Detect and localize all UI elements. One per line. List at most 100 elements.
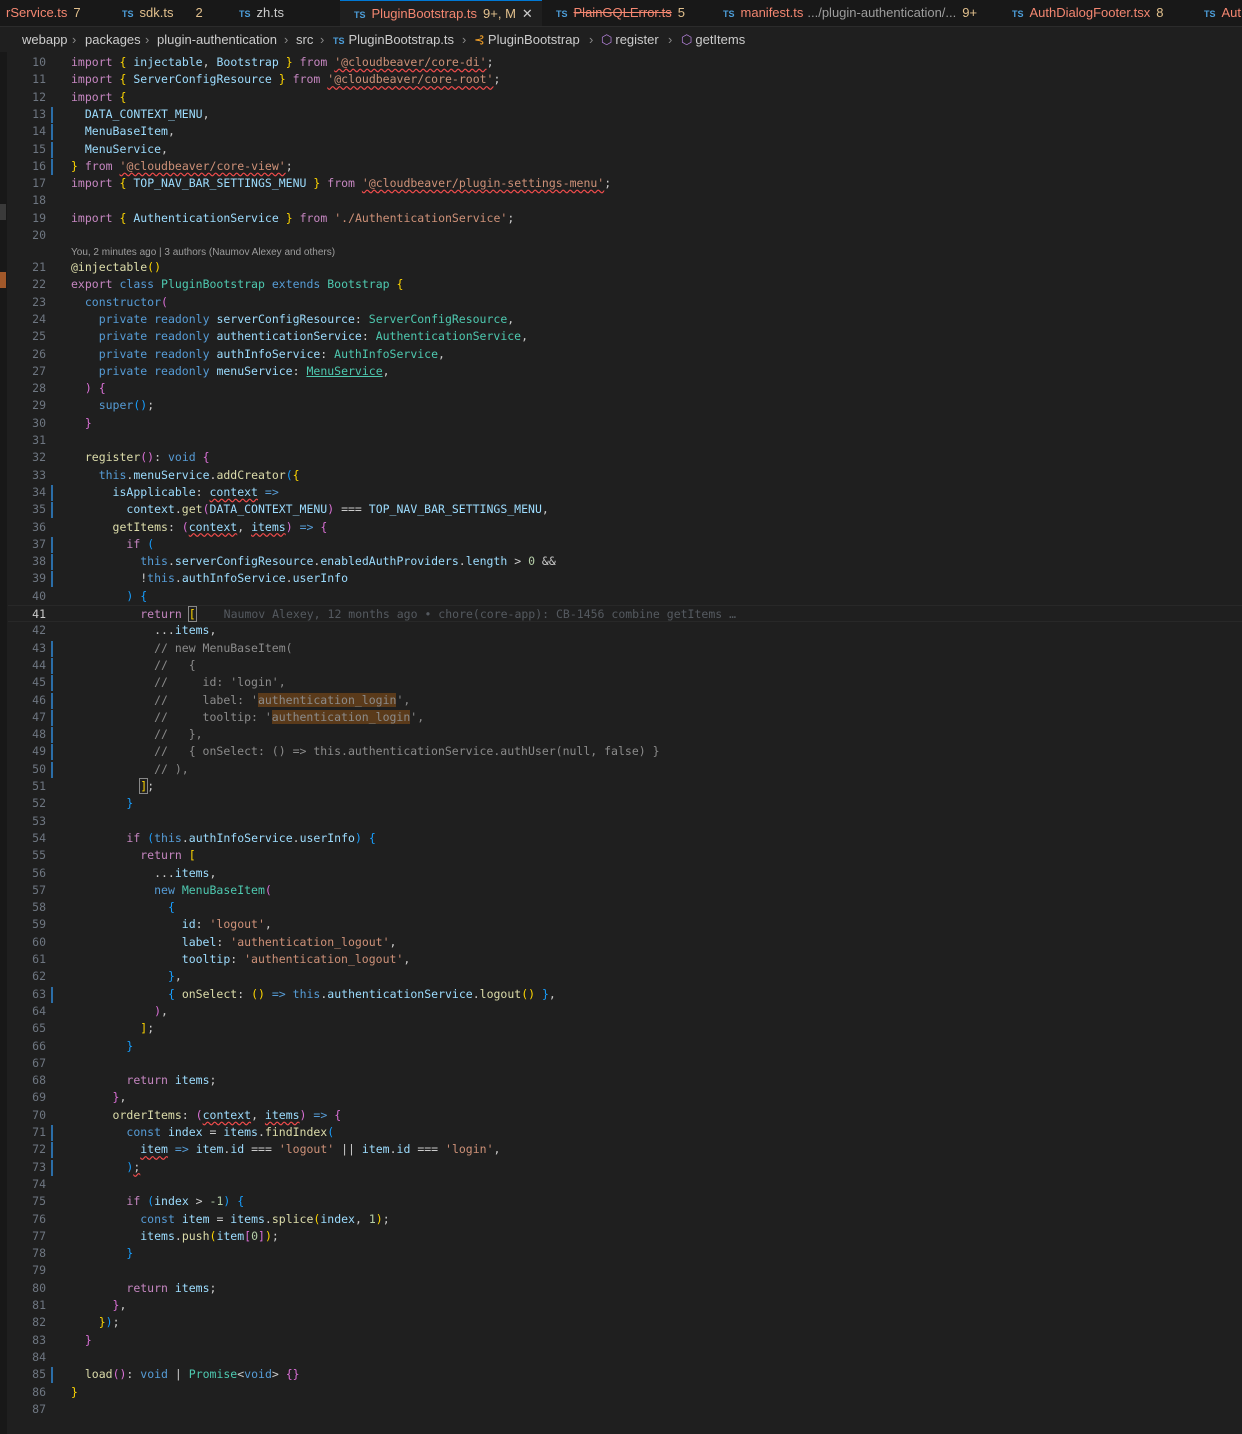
tab-pluginbootstrap-active[interactable]: TS PluginBootstrap.ts 9+, M ✕ — [340, 0, 542, 26]
code-line: 74 — [32, 1176, 46, 1191]
tab-sdk[interactable]: TS sdk.ts 2 — [108, 0, 225, 26]
code-line-current: 41 return [Naumov Alexey, 12 months ago … — [8, 605, 1242, 623]
code-line: 33 this.menuService.addCreator({ — [32, 467, 300, 482]
code-line: 73 ); — [32, 1159, 141, 1176]
code-line: 22 export class PluginBootstrap extends B… — [32, 277, 404, 292]
code-line: 11 import { ServerConfigResource } from '… — [32, 72, 501, 87]
chevron-right-icon: › — [284, 32, 289, 47]
code-line: 77 items.push(item[0]); — [32, 1228, 279, 1243]
code-line: 44 // { — [32, 657, 196, 674]
tab-zh[interactable]: TS zh.ts — [225, 0, 340, 26]
tab-label: rService.ts — [6, 5, 68, 20]
code-line: 54 if (this.authInfoService.userInfo) { — [32, 830, 376, 845]
code-line: 52 } — [32, 796, 134, 811]
breadcrumb-item-webapp[interactable]: webapp — [22, 28, 68, 52]
code-line: 19 import { AuthenticationService } from … — [32, 210, 515, 225]
inline-blame-annotation: Naumov Alexey, 12 months ago • chore(cor… — [223, 607, 737, 621]
code-line: 24 private readonly serverConfigResource… — [32, 311, 515, 326]
code-editor[interactable]: 10 import { injectable, Bootstrap } from … — [8, 52, 1242, 1434]
typescript-file-icon: TS — [556, 9, 568, 19]
code-line: 82 }); — [32, 1315, 120, 1330]
tab-auth-truncated[interactable]: TS Aut — [1190, 0, 1242, 26]
code-line: 30 } — [32, 415, 92, 430]
typescript-file-icon: TS — [122, 9, 134, 19]
code-line: 57 new MenuBaseItem( — [32, 882, 272, 897]
code-line: 12 import { — [32, 89, 127, 104]
problem-count-badge: 5 — [677, 5, 686, 20]
problem-count-badge: 9+ — [962, 5, 978, 20]
tab-authdialogfooter[interactable]: TS AuthDialogFooter.tsx 8 — [998, 0, 1190, 26]
breadcrumb-item-register[interactable]: ⬡ register — [601, 28, 659, 52]
problem-count-badge: 7 — [73, 5, 81, 20]
code-line: 79 — [32, 1263, 46, 1278]
chevron-right-icon: › — [668, 32, 673, 47]
code-line: 72 item => item.id === 'logout' || item.… — [32, 1142, 501, 1159]
tab-rservice[interactable]: rService.ts 7 — [0, 0, 108, 26]
code-line: 58 { — [32, 900, 175, 915]
code-line: 81 }, — [32, 1298, 127, 1312]
code-line: 80 return items; — [32, 1280, 217, 1295]
code-line: 66 } — [32, 1038, 134, 1053]
typescript-file-icon: TS — [239, 9, 251, 19]
chevron-right-icon: › — [72, 32, 77, 47]
code-line: 26 private readonly authInfoService: Aut… — [32, 346, 445, 361]
breadcrumb-item-plugin-authentication[interactable]: plugin-authentication — [157, 28, 277, 52]
problem-count-badge: 8 — [1156, 5, 1164, 20]
code-line: 28 ) { — [32, 381, 106, 396]
code-line: 55 return [ — [32, 848, 196, 863]
code-line: 14 MenuBaseItem, — [32, 124, 175, 141]
typescript-file-icon: TS — [1204, 9, 1216, 19]
code-line: 75 if (index > -1) { — [32, 1194, 245, 1209]
code-line: 10 import { injectable, Bootstrap } from … — [32, 55, 494, 69]
typescript-file-icon: TS — [354, 10, 366, 20]
code-line: 49 // { onSelect: () => this.authenticat… — [32, 744, 660, 761]
code-line: 37 if ( — [32, 536, 155, 553]
code-line: 15 MenuService, — [32, 141, 168, 158]
code-line: 31 — [32, 433, 46, 447]
code-line: 53 — [32, 813, 46, 828]
code-line: 13 DATA_CONTEXT_MENU, — [32, 106, 210, 123]
code-line: 21 @injectable() — [32, 260, 162, 274]
code-line: 69 }, — [32, 1090, 127, 1105]
code-line: 50 // ), — [32, 761, 189, 778]
code-line: 32 register(): void { — [32, 450, 210, 465]
method-symbol-icon: ⬡ — [601, 32, 613, 47]
tab-plaingqlerror[interactable]: TS PlainGQLError.ts 5 — [542, 0, 709, 26]
code-line: 29 super(); — [32, 398, 155, 413]
typescript-file-icon: TS — [333, 36, 345, 46]
code-line: 59 id: 'logout', — [32, 917, 272, 932]
method-symbol-icon: ⬡ — [681, 32, 693, 47]
tab-label: manifest.ts — [740, 5, 804, 20]
tab-manifest[interactable]: TS manifest.ts .../plugin-authentication/.… — [709, 0, 998, 26]
code-line: 25 private readonly authenticationServic… — [32, 329, 529, 344]
tab-label: AuthDialogFooter.tsx — [1029, 5, 1151, 20]
code-line: 17 import { TOP_NAV_BAR_SETTINGS_MENU } f… — [32, 176, 612, 191]
breadcrumb-item-class[interactable]: ⊰ PluginBootstrap — [474, 28, 580, 52]
breadcrumb-file-label: PluginBootstrap.ts — [348, 32, 455, 47]
problem-count-badge: 9+, M — [483, 6, 516, 21]
code-line: 63 { onSelect: () => this.authentication… — [32, 986, 556, 1003]
code-line: 20 — [32, 228, 46, 242]
code-line: 78 } — [32, 1246, 134, 1261]
tab-label: PlainGQLError.ts — [573, 5, 672, 20]
class-symbol-icon: ⊰ — [474, 32, 485, 47]
code-line: 48 // }, — [32, 727, 203, 744]
code-line: 46 // label: 'authentication_login', — [32, 692, 411, 709]
code-line: 43 // new MenuBaseItem( — [32, 640, 293, 657]
close-icon[interactable]: ✕ — [522, 6, 533, 21]
code-line: 76 const item = items.splice(index, 1); — [32, 1211, 390, 1226]
code-line: 87 — [32, 1401, 46, 1416]
scroll-marker — [0, 272, 6, 288]
scroll-marker — [0, 204, 6, 220]
breadcrumb-method-label: register — [615, 32, 659, 47]
breadcrumb-item-packages[interactable]: packages — [85, 28, 141, 52]
chevron-right-icon: › — [145, 32, 150, 47]
breadcrumb-item-file[interactable]: TS PluginBootstrap.ts — [333, 28, 454, 52]
code-line: 16} from '@cloudbeaver/core-view'; — [32, 158, 293, 175]
breadcrumb-item-getitems[interactable]: ⬡ getItems — [681, 28, 745, 52]
code-line: 67 — [32, 1055, 46, 1070]
code-line: 85 load(): void | Promise<void> {} — [32, 1367, 300, 1384]
breadcrumb-item-src[interactable]: src — [296, 28, 313, 52]
editor-tab-bar: rService.ts 7 TS sdk.ts 2 TS zh.ts TS PluginB… — [0, 0, 1242, 27]
code-line: 84 — [32, 1349, 46, 1364]
